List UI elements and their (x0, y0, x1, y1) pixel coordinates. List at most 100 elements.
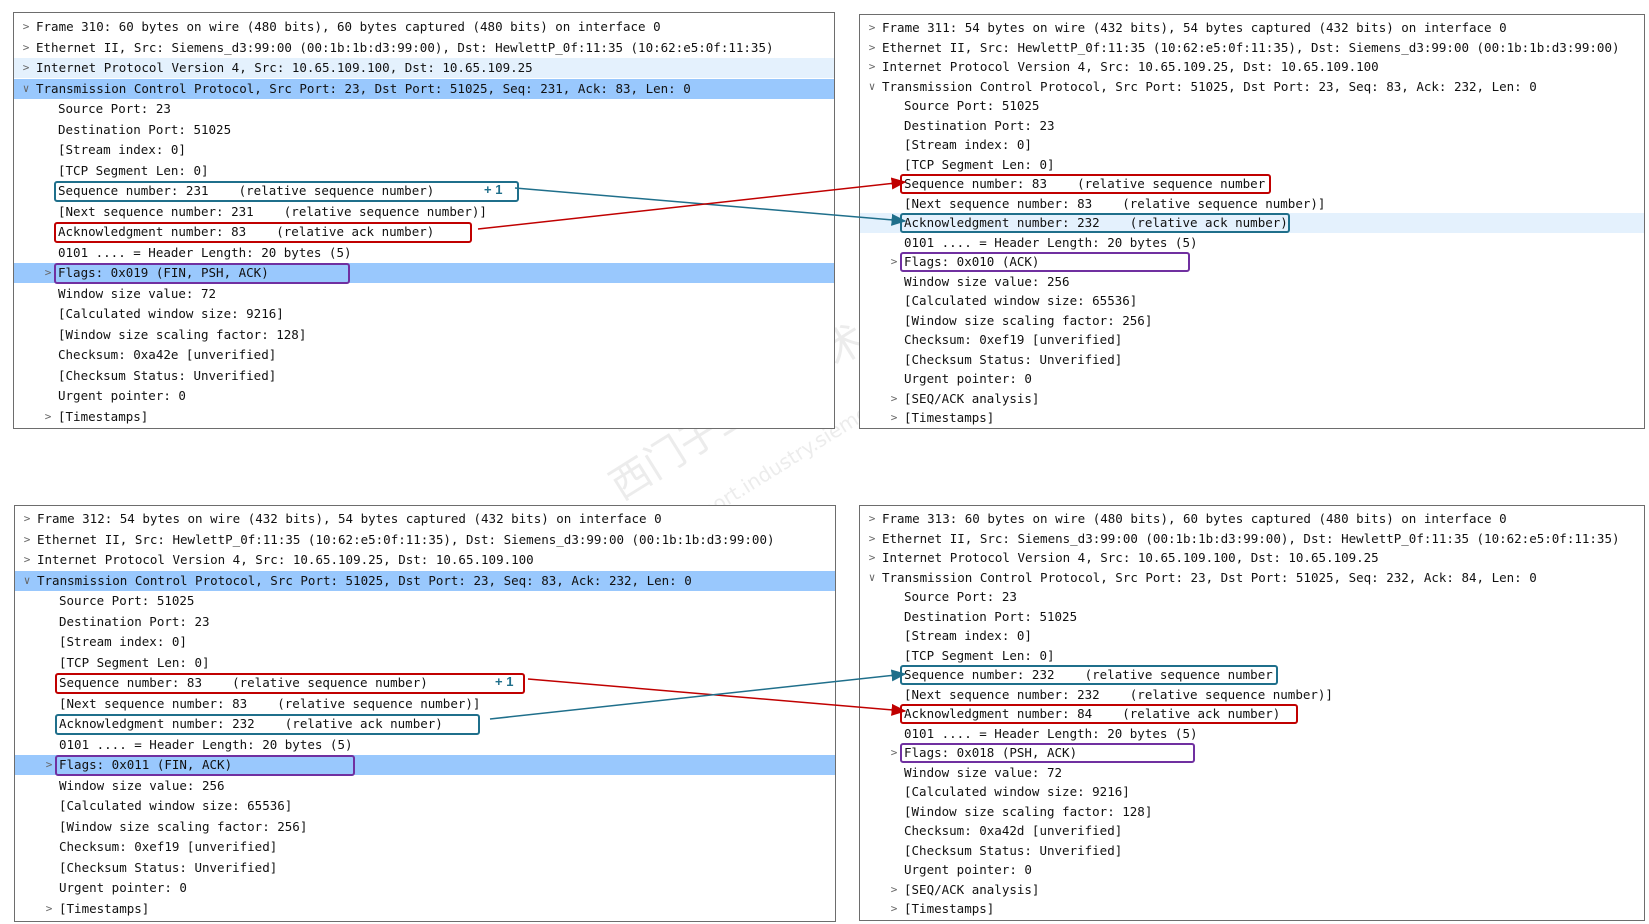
tree-row[interactable]: > Internet Protocol Version 4, Src: 10.65… (15, 550, 835, 570)
tree-row[interactable]: Sequence number: 83 (relative sequence n… (860, 174, 1644, 194)
expand-arrow-down-icon[interactable]: ∨ (864, 77, 880, 97)
tree-row[interactable]: 0101 .... = Header Length: 20 bytes (5) (15, 735, 835, 755)
expand-arrow-right-icon[interactable]: > (18, 38, 34, 58)
tree-row[interactable]: > Internet Protocol Version 4, Src: 10.65… (860, 548, 1644, 568)
tree-row[interactable]: > Ethernet II, Src: HewlettP_0f:11:35 (10… (860, 38, 1644, 58)
tree-row[interactable]: Source Port: 23 (860, 587, 1644, 607)
tree-row[interactable]: Sequence number: 83 (relative sequence n… (15, 673, 835, 693)
tree-row[interactable]: Window size value: 256 (15, 776, 835, 796)
tree-row[interactable]: > Ethernet II, Src: Siemens_d3:99:00 (00:… (14, 38, 834, 58)
expand-arrow-right-icon[interactable]: > (41, 755, 57, 775)
tree-row[interactable]: Urgent pointer: 0 (15, 878, 835, 898)
tree-row[interactable]: [Next sequence number: 83 (relative sequ… (15, 694, 835, 714)
expand-arrow-right-icon[interactable]: > (18, 58, 34, 78)
tree-row[interactable]: 0101 .... = Header Length: 20 bytes (5) (860, 233, 1644, 253)
tree-row[interactable]: Destination Port: 23 (15, 612, 835, 632)
tree-row[interactable]: Window size value: 256 (860, 272, 1644, 292)
tree-row[interactable]: [Checksum Status: Unverified] (15, 858, 835, 878)
tree-row[interactable]: [Stream index: 0] (860, 135, 1644, 155)
tree-row[interactable]: [Calculated window size: 65536] (860, 291, 1644, 311)
tree-row[interactable]: [TCP Segment Len: 0] (15, 653, 835, 673)
tree-row[interactable]: > Flags: 0x018 (PSH, ACK) (860, 743, 1644, 763)
tree-row[interactable]: > Internet Protocol Version 4, Src: 10.65… (14, 58, 834, 78)
tree-row[interactable]: ∨ Transmission Control Protocol, Src Port… (860, 568, 1644, 588)
tree-row[interactable]: [Calculated window size: 65536] (15, 796, 835, 816)
tree-row[interactable]: > Ethernet II, Src: HewlettP_0f:11:35 (10… (15, 530, 835, 550)
expand-arrow-right-icon[interactable]: > (18, 17, 34, 37)
tree-row[interactable]: [Checksum Status: Unverified] (860, 350, 1644, 370)
tree-row[interactable]: [TCP Segment Len: 0] (860, 155, 1644, 175)
tree-row[interactable]: > [Timestamps] (14, 407, 834, 427)
tree-row[interactable]: Urgent pointer: 0 (14, 386, 834, 406)
tree-row[interactable]: > [Timestamps] (15, 899, 835, 919)
expand-arrow-right-icon[interactable]: > (886, 743, 902, 763)
expand-arrow-down-icon[interactable]: ∨ (864, 568, 880, 588)
expand-arrow-right-icon[interactable]: > (40, 407, 56, 427)
tree-row[interactable]: Acknowledgment number: 232 (relative ack… (860, 213, 1644, 233)
tree-row[interactable]: [Window size scaling factor: 256] (860, 311, 1644, 331)
tree-row[interactable]: [Next sequence number: 231 (relative seq… (14, 202, 834, 222)
expand-arrow-right-icon[interactable]: > (886, 408, 902, 428)
tree-row[interactable]: [Calculated window size: 9216] (860, 782, 1644, 802)
tree-row[interactable]: 0101 .... = Header Length: 20 bytes (5) (860, 724, 1644, 744)
expand-arrow-right-icon[interactable]: > (886, 252, 902, 272)
tree-row[interactable]: [Window size scaling factor: 128] (14, 325, 834, 345)
tree-row[interactable]: > [Timestamps] (860, 899, 1644, 919)
expand-arrow-right-icon[interactable]: > (19, 530, 35, 550)
tree-row[interactable]: [TCP Segment Len: 0] (14, 161, 834, 181)
expand-arrow-right-icon[interactable]: > (864, 548, 880, 568)
tree-row[interactable]: Sequence number: 231 (relative sequence … (14, 181, 834, 201)
tree-row[interactable]: Checksum: 0xef19 [unverified] (15, 837, 835, 857)
expand-arrow-right-icon[interactable]: > (864, 38, 880, 58)
tree-row[interactable]: [Stream index: 0] (15, 632, 835, 652)
expand-arrow-right-icon[interactable]: > (40, 263, 56, 283)
tree-row[interactable]: Source Port: 51025 (15, 591, 835, 611)
tree-row[interactable]: > [SEQ/ACK analysis] (860, 880, 1644, 900)
expand-arrow-right-icon[interactable]: > (864, 509, 880, 529)
tree-row[interactable]: > Frame 312: 54 bytes on wire (432 bits),… (15, 509, 835, 529)
tree-row[interactable]: [Stream index: 0] (860, 626, 1644, 646)
expand-arrow-right-icon[interactable]: > (864, 57, 880, 77)
tree-row[interactable]: [Next sequence number: 83 (relative sequ… (860, 194, 1644, 214)
tree-row[interactable]: [TCP Segment Len: 0] (860, 646, 1644, 666)
tree-row[interactable]: ∨ Transmission Control Protocol, Src Port… (15, 570, 835, 591)
tree-row[interactable]: [Calculated window size: 9216] (14, 304, 834, 324)
tree-row[interactable]: [Next sequence number: 232 (relative seq… (860, 685, 1644, 705)
tree-row[interactable]: > Frame 311: 54 bytes on wire (432 bits),… (860, 18, 1644, 38)
tree-row[interactable]: Destination Port: 51025 (860, 607, 1644, 627)
tree-row[interactable]: [Stream index: 0] (14, 140, 834, 160)
tree-row[interactable]: [Window size scaling factor: 256] (15, 817, 835, 837)
tree-row[interactable]: > Internet Protocol Version 4, Src: 10.65… (860, 57, 1644, 77)
tree-row[interactable]: > Flags: 0x011 (FIN, ACK) (15, 755, 835, 775)
tree-row[interactable]: Acknowledgment number: 83 (relative ack … (14, 222, 834, 242)
tree-row[interactable]: > Flags: 0x010 (ACK) (860, 252, 1644, 272)
tree-row[interactable]: Urgent pointer: 0 (860, 369, 1644, 389)
expand-arrow-down-icon[interactable]: ∨ (19, 571, 35, 591)
tree-row[interactable]: Source Port: 51025 (860, 96, 1644, 116)
tree-row[interactable]: [Checksum Status: Unverified] (860, 841, 1644, 861)
tree-row[interactable]: [Checksum Status: Unverified] (14, 366, 834, 386)
tree-row[interactable]: Acknowledgment number: 232 (relative ack… (15, 714, 835, 734)
tree-row[interactable]: ∨ Transmission Control Protocol, Src Port… (860, 77, 1644, 97)
tree-row[interactable]: > Ethernet II, Src: Siemens_d3:99:00 (00:… (860, 529, 1644, 549)
tree-row[interactable]: > [Timestamps] (860, 408, 1644, 428)
tree-row[interactable]: > Frame 313: 60 bytes on wire (480 bits),… (860, 509, 1644, 529)
expand-arrow-right-icon[interactable]: > (41, 899, 57, 919)
expand-arrow-right-icon[interactable]: > (864, 529, 880, 549)
tree-row[interactable]: Urgent pointer: 0 (860, 860, 1644, 880)
tree-row[interactable]: > Flags: 0x019 (FIN, PSH, ACK) (14, 263, 834, 283)
tree-row[interactable]: Destination Port: 23 (860, 116, 1644, 136)
tree-row[interactable]: Destination Port: 51025 (14, 120, 834, 140)
expand-arrow-right-icon[interactable]: > (886, 389, 902, 409)
tree-row[interactable]: Source Port: 23 (14, 99, 834, 119)
tree-row[interactable]: > Frame 310: 60 bytes on wire (480 bits),… (14, 17, 834, 37)
tree-row[interactable]: Checksum: 0xa42d [unverified] (860, 821, 1644, 841)
expand-arrow-right-icon[interactable]: > (864, 18, 880, 38)
tree-row[interactable]: Window size value: 72 (860, 763, 1644, 783)
tree-row[interactable]: ∨ Transmission Control Protocol, Src Port… (14, 78, 834, 99)
expand-arrow-right-icon[interactable]: > (19, 509, 35, 529)
expand-arrow-right-icon[interactable]: > (19, 550, 35, 570)
tree-row[interactable]: [Window size scaling factor: 128] (860, 802, 1644, 822)
tree-row[interactable]: Window size value: 72 (14, 284, 834, 304)
expand-arrow-right-icon[interactable]: > (886, 880, 902, 900)
